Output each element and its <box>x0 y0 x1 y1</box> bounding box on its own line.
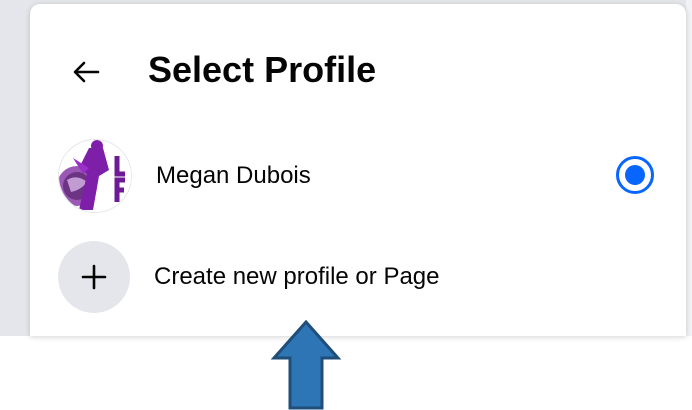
profile-avatar <box>58 139 132 213</box>
radio-checked-dot <box>625 165 645 185</box>
profile-option-megan-dubois[interactable]: Megan Dubois <box>50 136 670 216</box>
profile-name: Megan Dubois <box>156 162 311 189</box>
plus-icon <box>81 264 107 290</box>
plus-circle <box>58 241 130 313</box>
profile-selected-radio[interactable] <box>616 156 654 194</box>
page-backdrop-right <box>686 0 692 336</box>
arrow-left-icon <box>73 61 100 83</box>
dialog-title: Select Profile <box>148 49 377 90</box>
up-arrow-pointer-icon <box>270 320 342 410</box>
screenshot-stage: Select Profile Megan Dubois Create new p… <box>0 0 692 410</box>
back-button[interactable] <box>66 52 106 92</box>
select-profile-dialog: Select Profile Megan Dubois Create new p… <box>30 4 686 336</box>
create-profile-option[interactable]: Create new profile or Page <box>50 237 670 317</box>
create-profile-label: Create new profile or Page <box>154 263 440 290</box>
